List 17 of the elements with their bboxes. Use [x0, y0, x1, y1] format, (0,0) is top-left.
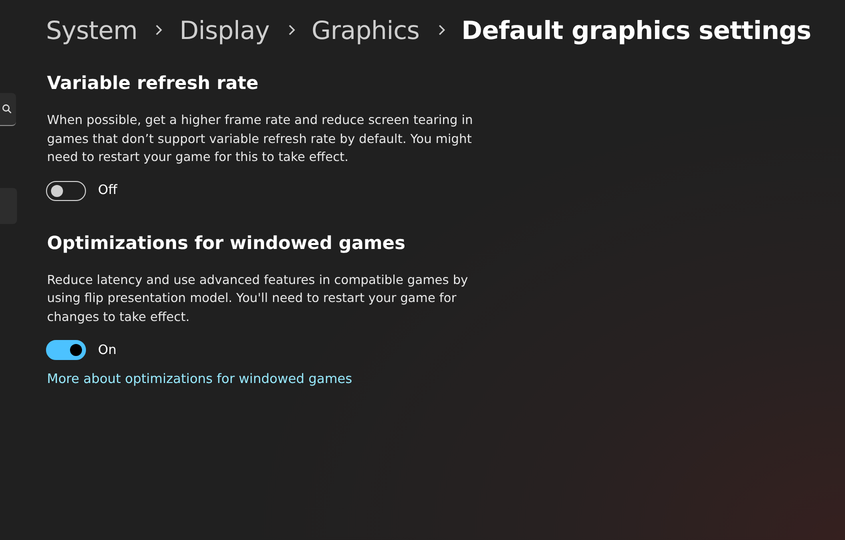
section-description: Reduce latency and use advanced features in compatible games by using flip presentation model. You'll need to restart your game for changes to take effect.: [47, 270, 470, 326]
breadcrumb-item[interactable]: Display: [179, 16, 270, 44]
breadcrumb-item[interactable]: System: [46, 16, 138, 44]
chevron-icon: [438, 24, 446, 36]
section-title: Optimizations for windowed games: [47, 232, 406, 256]
search-icon: [2, 104, 12, 114]
help-link[interactable]: More about optimizations for windowed games: [47, 372, 352, 387]
breadcrumb-item: Default graphics settings: [462, 16, 812, 44]
section-title: Variable refresh rate: [47, 72, 260, 96]
toggle-switch[interactable]: [46, 180, 86, 200]
toggle-label: On: [98, 342, 116, 358]
section-description: When possible, get a higher frame rate and reduce screen tearing in games that don’t support variable refresh rate by default. You might need to restart your game for this to take effect.: [47, 111, 474, 166]
toggle-label: Off: [98, 183, 118, 198]
chevron-icon: [155, 24, 164, 36]
chevron-icon: [288, 24, 296, 36]
breadcrumb-item[interactable]: Graphics: [312, 16, 420, 44]
toggle-switch[interactable]: [46, 340, 86, 360]
